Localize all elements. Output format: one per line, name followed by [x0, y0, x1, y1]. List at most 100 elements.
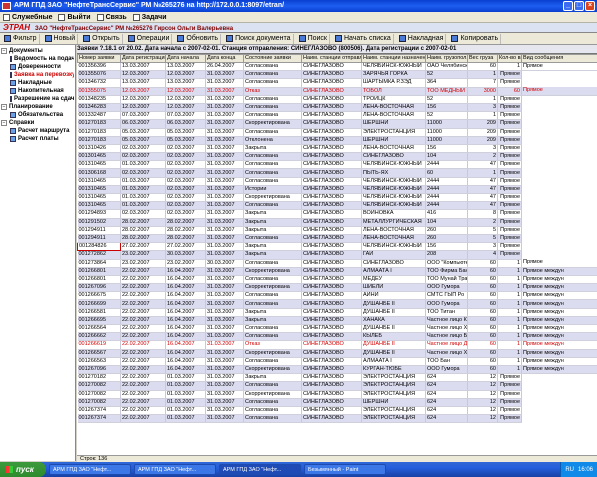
table-row[interactable]: 001301465 02.03.2007 02.03.2007 31.03.2007 С… [77, 152, 597, 162]
tree-item[interactable]: Расчет маршрута [1, 127, 74, 135]
tree-item[interactable]: Обязательства [1, 111, 74, 119]
table-row[interactable]: 001355076 12.03.2007 12.03.2007 31.03.2007 С… [77, 70, 597, 80]
tree-item[interactable]: Накопительная [1, 87, 74, 95]
refresh-button[interactable]: Обновить [175, 33, 222, 44]
language-indicator[interactable]: RU [565, 467, 574, 473]
search-button[interactable]: Поиск [297, 33, 330, 44]
minimize-button[interactable]: _ [563, 1, 573, 11]
table-cell: 01.03.2007 [120, 177, 166, 186]
table-row[interactable]: 001270183 06.03.2007 06.03.2007 31.03.2007 С… [77, 119, 597, 129]
table-row[interactable]: 001306168 02.03.2007 02.03.2007 31.03.2007 С… [77, 168, 597, 178]
table-row[interactable]: 001267374 22.02.2007 01.03.2007 31.03.2007 С… [77, 414, 597, 424]
table-row[interactable]: 001310426 02.03.2007 02.03.2007 31.03.2007 З… [77, 144, 597, 154]
table-row[interactable]: 001266564 22.02.2007 16.04.2007 31.03.2007 С… [77, 324, 597, 334]
table-row[interactable]: 001270183 05.03.2007 05.03.2007 31.03.2007 О… [77, 136, 597, 145]
table-row[interactable]: 001294893 02.03.2007 02.03.2007 31.03.2007 З… [77, 209, 597, 219]
table-row[interactable]: 001272862 23.02.2007 30.03.2007 31.03.2007 З… [77, 250, 597, 260]
table-row[interactable]: 001266695 22.02.2007 16.04.2007 31.03.2007 З… [77, 316, 597, 326]
operations-button[interactable]: Операции [126, 33, 173, 44]
table-row[interactable]: 001266581 22.02.2007 16.04.2007 31.03.2007 З… [77, 308, 597, 317]
table-row[interactable]: 001294911 28.02.2007 28.02.2007 31.03.2007 З… [77, 226, 597, 235]
list-start-button[interactable]: Начать списка [333, 33, 394, 44]
close-button[interactable]: × [585, 1, 595, 11]
column-header[interactable]: Дата конца [205, 54, 244, 63]
table-row[interactable]: 001355075 12.03.2007 12.03.2007 31.03.2007 О… [77, 87, 597, 96]
tree-item[interactable]: − Справки [1, 119, 74, 127]
table-row[interactable]: 001267374 22.02.2007 01.03.2007 31.03.2007 С… [77, 406, 597, 416]
table-row[interactable]: 001270082 22.02.2007 01.03.2007 31.03.2007 С… [77, 381, 597, 391]
table-row[interactable]: 001291502 28.02.2007 28.02.2007 31.03.2007 З… [77, 218, 597, 227]
column-header[interactable]: Дата регистрации [120, 54, 166, 63]
menu-item-exit[interactable]: Выйти [58, 13, 91, 21]
table-row[interactable]: 001266675 22.02.2007 16.04.2007 31.03.2007 С… [77, 291, 597, 301]
table-cell: ТОБОЛ [361, 87, 426, 96]
table-cell: Прямое [497, 168, 522, 178]
table-row[interactable]: 001284826 27.02.2007 27.02.2007 31.03.2007 З… [77, 242, 597, 252]
table-row[interactable]: 001346732 13.03.2007 13.03.2007 31.03.2007 С… [77, 78, 597, 88]
column-header[interactable]: Дата начала [165, 54, 206, 63]
tree-item[interactable]: − Планирование [1, 103, 74, 111]
table-row[interactable]: 001267096 22.02.2007 16.04.2007 31.03.2007 С… [77, 283, 597, 293]
column-header[interactable]: Номер заявки [77, 54, 121, 63]
table-row[interactable]: 001266699 22.02.2007 16.04.2007 31.03.2007 С… [77, 299, 597, 309]
taskbar-item[interactable]: АРМ ГПД ЗАО "Нефт... [134, 464, 216, 475]
grid-tab-label[interactable]: Заявки ?.18.1 от 20.02. [77, 46, 143, 52]
tree-item[interactable]: Разрешение на сдачу [1, 95, 74, 103]
tree-item[interactable]: − Документы [1, 47, 74, 55]
table-row[interactable]: 001266567 22.02.2007 16.04.2007 31.03.2007 С… [77, 349, 597, 358]
table-row[interactable]: 001266619 22.02.2007 16.04.2007 31.03.2007 О… [77, 340, 597, 350]
column-header[interactable]: Вид сообщения [521, 54, 597, 63]
menu-item-service[interactable]: Служебные [3, 13, 52, 21]
table-cell: Согласована [243, 291, 302, 301]
start-button[interactable]: пуск [0, 462, 46, 477]
table-cell: 06.03.2007 [120, 119, 166, 129]
table-row[interactable]: 001310465 01.03.2007 02.03.2007 31.03.2007 И… [77, 185, 597, 195]
table-row[interactable]: 001310465 01.03.2007 02.03.2007 31.03.2007 С… [77, 177, 597, 186]
column-header[interactable]: Состояние заявки [243, 54, 302, 63]
tree-item[interactable]: Доверенности [1, 63, 74, 71]
waybill-button[interactable]: Накладная [397, 33, 447, 44]
table-cell: Закрыта [243, 226, 302, 235]
tree-item[interactable]: Расчет платы [1, 135, 74, 143]
table-row[interactable]: 001294911 28.02.2007 28.02.2007 31.03.2007 С… [77, 234, 597, 244]
table-row[interactable]: 001273864 23.02.2007 23.02.2007 30.03.2007 С… [77, 259, 597, 268]
table-row[interactable]: 001266801 22.02.2007 16.04.2007 31.03.2007 С… [77, 275, 597, 285]
tree-item[interactable]: Накладные [1, 79, 74, 87]
menu-item-tasks[interactable]: Задачи [132, 13, 167, 21]
table-row[interactable]: 001267096 22.02.2007 16.04.2007 31.03.2007 С… [77, 365, 597, 375]
table-row[interactable]: 001356396 13.03.2007 13.03.2007 26.04.2007 С… [77, 62, 597, 72]
table-row[interactable]: 001310465 01.03.2007 02.03.2007 31.03.2007 С… [77, 193, 597, 203]
tree-item[interactable]: Ведомость на подачу [1, 55, 74, 63]
column-header[interactable]: Наим. станции отправления [301, 54, 362, 63]
table-row[interactable]: 001270082 22.02.2007 01.03.2007 31.03.2007 С… [77, 390, 597, 399]
table-row[interactable]: 001266563 22.02.2007 16.04.2007 31.03.2007 С… [77, 357, 597, 366]
find-document-button[interactable]: Поиск документа [224, 33, 294, 44]
column-header[interactable]: Вес груза [467, 54, 498, 63]
open-button[interactable]: Открыть [81, 33, 123, 44]
maximize-button[interactable]: □ [574, 1, 584, 11]
table-row[interactable]: 001266801 22.02.2007 16.04.2007 31.03.2007 С… [77, 267, 597, 276]
copy-button[interactable]: Копировать [449, 33, 502, 44]
filter-button[interactable]: Фильтр [2, 33, 40, 44]
table-row[interactable]: 001332487 07.03.2007 07.03.2007 31.03.2007 С… [77, 111, 597, 121]
table-cell: 60 [467, 283, 498, 293]
column-header[interactable]: Наим. грузопол. [425, 54, 468, 63]
table-row[interactable]: 001266662 22.02.2007 16.04.2007 31.03.2007 С… [77, 332, 597, 342]
taskbar-item[interactable]: Безымянный - Paint [304, 464, 386, 475]
table-row[interactable]: 001270182 22.02.2007 01.03.2007 31.03.2007 З… [77, 373, 597, 383]
taskbar-item[interactable]: АРМ ГПД ЗАО "Нефт... [49, 464, 131, 475]
table-row[interactable]: 001348235 12.03.2007 12.03.2007 31.03.2007 С… [77, 95, 597, 104]
column-header[interactable]: Наим. станции назначения [361, 54, 426, 63]
menu-item-link[interactable]: Связь [96, 13, 127, 21]
table-cell: 001270183 [77, 128, 121, 137]
table-row[interactable]: 001310465 01.03.2007 02.03.2007 31.03.2007 С… [77, 201, 597, 211]
table-cell: 16.04.2007 [165, 324, 206, 334]
table-row[interactable]: 001310465 01.03.2007 02.03.2007 31.03.2007 С… [77, 160, 597, 170]
tree-item[interactable]: Заявка на перевозку [1, 71, 74, 79]
table-row[interactable]: 001346283 12.03.2007 12.03.2007 31.03.2007 С… [77, 103, 597, 113]
table-row[interactable]: 001270183 05.03.2007 05.03.2007 31.03.2007 С… [77, 128, 597, 137]
taskbar-item[interactable]: АРМ ГПД ЗАО "Нефт... [219, 464, 301, 475]
new-button[interactable]: Новый [43, 33, 79, 44]
column-header[interactable]: Кол-во ваг. [497, 54, 522, 63]
table-row[interactable]: 001270082 22.02.2007 01.03.2007 31.03.2007 С… [77, 398, 597, 407]
